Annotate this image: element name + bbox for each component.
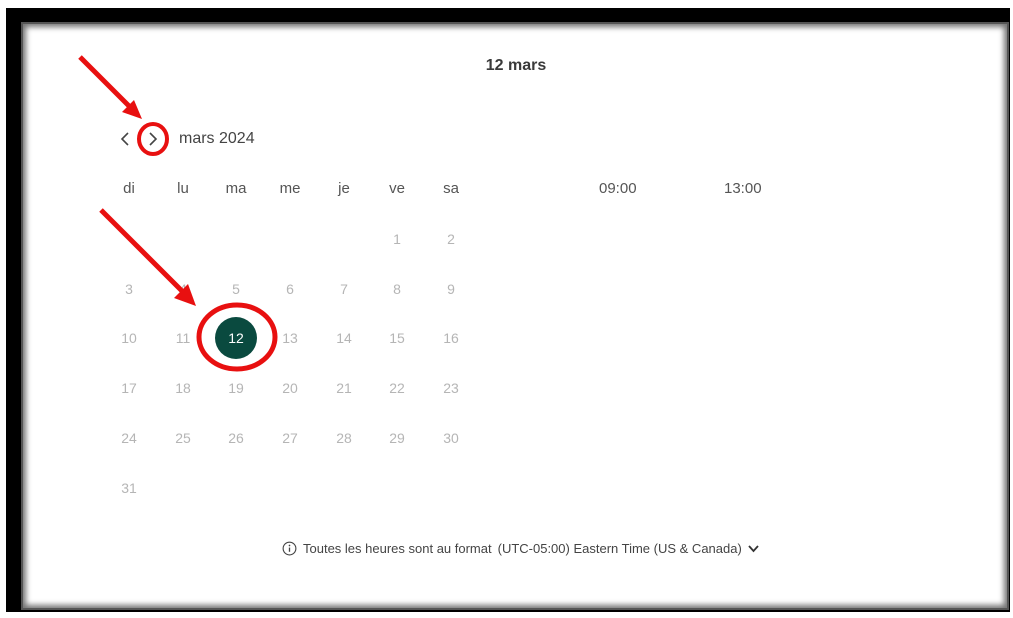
selected-date-title: 12 mars bbox=[485, 57, 547, 74]
previous-month-button[interactable] bbox=[114, 128, 136, 150]
calendar-day: 5 bbox=[232, 281, 240, 297]
time-slot-1300[interactable]: 13:00 bbox=[724, 180, 762, 197]
info-icon bbox=[282, 541, 297, 556]
next-month-button[interactable] bbox=[142, 128, 164, 150]
calendar-day: 28 bbox=[336, 430, 352, 446]
calendar-day: 27 bbox=[282, 430, 298, 446]
calendar-day: 7 bbox=[340, 281, 348, 297]
calendar-day-selected[interactable]: 12 bbox=[215, 317, 257, 359]
calendar-day: 4 bbox=[179, 281, 187, 297]
calendar-day: 1 bbox=[393, 231, 401, 247]
calendar-day: 23 bbox=[443, 380, 459, 396]
calendar-day: 18 bbox=[175, 380, 191, 396]
calendar-day: 11 bbox=[175, 330, 191, 346]
calendar-day: 8 bbox=[393, 281, 401, 297]
month-label: mars 2024 bbox=[179, 130, 255, 147]
weekday-label: ma bbox=[225, 180, 247, 197]
calendar-day: 30 bbox=[443, 430, 459, 446]
timezone-value: (UTC-05:00) Eastern Time (US & Canada) bbox=[497, 541, 742, 556]
weekday-label: di bbox=[123, 180, 135, 197]
weekday-label: je bbox=[338, 180, 350, 197]
calendar-day: 14 bbox=[336, 330, 352, 346]
calendar-day: 16 bbox=[443, 330, 459, 346]
weekday-label: ve bbox=[389, 180, 405, 197]
calendar-day: 10 bbox=[121, 330, 137, 346]
calendar-day: 6 bbox=[286, 281, 294, 297]
time-slot-0900[interactable]: 09:00 bbox=[599, 180, 637, 197]
calendar-day: 19 bbox=[228, 380, 244, 396]
weekday-label: me bbox=[279, 180, 301, 197]
calendar-day: 9 bbox=[447, 281, 455, 297]
calendar-day: 29 bbox=[389, 430, 405, 446]
calendar-day: 22 bbox=[389, 380, 405, 396]
chevron-down-icon bbox=[748, 544, 759, 552]
calendar-day: 25 bbox=[175, 430, 191, 446]
calendar-day: 2 bbox=[447, 231, 455, 247]
booking-panel bbox=[21, 22, 1009, 610]
calendar-day: 20 bbox=[282, 380, 298, 396]
timezone-prefix: Toutes les heures sont au format bbox=[303, 541, 492, 556]
calendar-day: 24 bbox=[121, 430, 137, 446]
chevron-left-icon bbox=[120, 132, 129, 146]
weekday-label: sa bbox=[443, 180, 459, 197]
calendar-day: 3 bbox=[125, 281, 133, 297]
timezone-selector[interactable]: (UTC-05:00) Eastern Time (US & Canada) bbox=[498, 541, 759, 556]
calendar-day: 17 bbox=[121, 380, 137, 396]
chevron-right-icon bbox=[149, 132, 158, 146]
calendar-day: 26 bbox=[228, 430, 244, 446]
calendar-day: 13 bbox=[282, 330, 298, 346]
calendar-day: 15 bbox=[389, 330, 405, 346]
calendar-day: 31 bbox=[121, 480, 137, 496]
calendar-day: 21 bbox=[336, 380, 352, 396]
timezone-info: Toutes les heures sont au format (UTC-05… bbox=[282, 541, 759, 556]
weekday-label: lu bbox=[177, 180, 189, 197]
